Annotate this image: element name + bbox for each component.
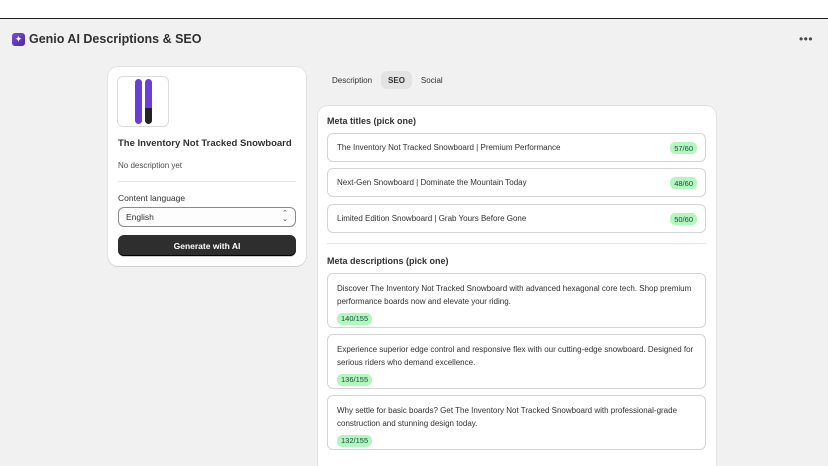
tab-social[interactable]: Social <box>414 71 450 89</box>
char-count-badge: 57/60 <box>670 142 697 154</box>
content-language-select[interactable]: English ⌃ ⌄ <box>118 207 296 227</box>
divider <box>118 181 296 182</box>
product-thumbnail <box>117 76 169 127</box>
tab-seo[interactable]: SEO <box>381 71 412 89</box>
content-language-label: Content language <box>118 193 186 203</box>
meta-titles-heading: Meta titles (pick one) <box>327 116 417 126</box>
browser-top-bar <box>0 0 828 19</box>
char-count-badge: 140/155 <box>337 312 373 325</box>
app-header: ✦ Genio AI Descriptions & SEO ••• <box>12 31 816 47</box>
meta-title-text: Limited Edition Snowboard | Grab Yours B… <box>337 214 527 223</box>
sparkle-icon: ✦ <box>12 32 25 46</box>
char-count-badge: 136/155 <box>337 373 373 386</box>
product-card: The Inventory Not Tracked Snowboard No d… <box>108 67 306 266</box>
meta-description-option[interactable]: Experience superior edge control and res… <box>327 334 706 389</box>
product-name: The Inventory Not Tracked Snowboard <box>118 138 292 149</box>
char-count-badge: 50/60 <box>670 213 697 225</box>
meta-title-option[interactable]: The Inventory Not Tracked Snowboard | Pr… <box>327 133 706 162</box>
snowboard-image <box>134 79 142 124</box>
content-tabs: Description SEO Social <box>325 71 450 89</box>
app-frame: ✦ Genio AI Descriptions & SEO ••• The In… <box>0 19 828 466</box>
divider <box>327 243 706 244</box>
meta-description-option[interactable]: Discover The Inventory Not Tracked Snowb… <box>327 273 706 328</box>
meta-description-text: Why settle for basic boards? Get The Inv… <box>337 406 678 428</box>
seo-card: Meta titles (pick one) The Inventory Not… <box>318 106 716 466</box>
meta-title-option[interactable]: Limited Edition Snowboard | Grab Yours B… <box>327 204 706 233</box>
meta-title-option[interactable]: Next-Gen Snowboard | Dominate the Mounta… <box>327 168 706 197</box>
char-count-badge: 132/155 <box>337 434 373 447</box>
meta-title-text: The Inventory Not Tracked Snowboard | Pr… <box>337 143 561 152</box>
meta-description-text: Discover The Inventory Not Tracked Snowb… <box>337 284 692 306</box>
meta-description-option[interactable]: Why settle for basic boards? Get The Inv… <box>327 395 706 450</box>
snowboard-image <box>144 79 152 124</box>
content-language-value: English <box>126 212 154 222</box>
more-actions-button[interactable]: ••• <box>796 31 816 47</box>
select-chevron-icon: ⌃ ⌄ <box>282 210 288 223</box>
tab-description[interactable]: Description <box>325 71 379 89</box>
product-description: No description yet <box>118 161 183 170</box>
meta-description-text: Experience superior edge control and res… <box>337 345 694 367</box>
meta-title-text: Next-Gen Snowboard | Dominate the Mounta… <box>337 178 527 187</box>
generate-with-ai-button[interactable]: Generate with AI <box>118 235 296 256</box>
meta-descriptions-heading: Meta descriptions (pick one) <box>327 256 449 266</box>
char-count-badge: 48/60 <box>670 177 697 189</box>
app-title: Genio AI Descriptions & SEO <box>29 32 202 46</box>
